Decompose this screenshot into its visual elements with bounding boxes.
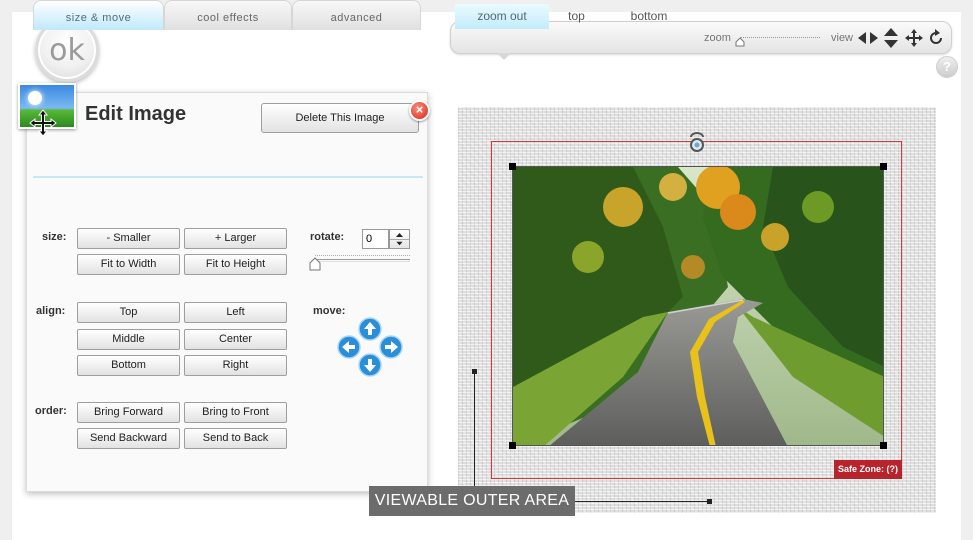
size-label: size: <box>42 231 67 243</box>
tab-divider <box>33 176 423 178</box>
tab-size-move[interactable]: size & move <box>33 0 164 30</box>
move-right-arrow-icon[interactable] <box>379 335 403 359</box>
tab-top[interactable]: top <box>549 4 604 29</box>
rotate-input[interactable]: 0 <box>362 229 389 249</box>
resize-handle-top-left[interactable] <box>509 163 516 170</box>
tab-bottom[interactable]: bottom <box>604 4 694 29</box>
align-right-button[interactable]: Right <box>184 355 287 376</box>
move-icon[interactable] <box>903 27 925 49</box>
rotate-slider-track[interactable] <box>313 259 410 262</box>
fit-width-button[interactable]: Fit to Width <box>77 254 180 275</box>
rotate-slider-ticks <box>315 255 410 258</box>
safe-zone-badge[interactable]: Safe Zone: (?) <box>834 460 902 479</box>
send-backward-button[interactable]: Send Backward <box>77 428 180 449</box>
up-down-arrows-icon[interactable] <box>880 27 902 49</box>
leader-line-vertical <box>474 372 475 499</box>
align-middle-button[interactable]: Middle <box>77 329 180 350</box>
selected-image[interactable] <box>512 166 884 446</box>
leader-dot-right <box>707 499 712 504</box>
align-label: align: <box>36 305 66 317</box>
rotate-glyph <box>930 29 942 44</box>
left-right-arrows-glyph <box>858 32 878 44</box>
order-label: order: <box>35 405 67 417</box>
move-cursor-icon[interactable] <box>28 108 58 138</box>
resize-handle-bottom-left[interactable] <box>509 442 516 449</box>
zoom-slider-thumb[interactable] <box>735 38 745 47</box>
move-label: move: <box>313 305 346 317</box>
close-panel-icon[interactable]: × <box>409 100 430 121</box>
ok-button-label: ok <box>49 33 85 68</box>
panel-title: Edit Image <box>85 103 187 125</box>
bring-to-front-button[interactable]: Bring to Front <box>184 402 287 423</box>
rotate-handle-icon[interactable] <box>687 131 707 155</box>
tab-zoom-out[interactable]: zoom out <box>455 4 549 29</box>
resize-handle-top-right[interactable] <box>880 163 887 170</box>
active-tab-pointer <box>497 53 511 60</box>
tab-cool-effects[interactable]: cool effects <box>164 0 292 30</box>
viewable-outer-area-label: VIEWABLE OUTER AREA <box>369 486 575 516</box>
rotate-icon[interactable] <box>925 27 947 49</box>
stepper-up-icon[interactable] <box>390 230 409 239</box>
up-down-arrows-glyph <box>884 28 898 48</box>
move-down-arrow-icon[interactable] <box>358 353 382 377</box>
help-button[interactable]: ? <box>936 56 958 78</box>
delete-image-button[interactable]: Delete This Image <box>261 103 419 133</box>
larger-button[interactable]: + Larger <box>184 228 287 249</box>
align-center-button[interactable]: Center <box>184 329 287 350</box>
sun-shape <box>28 91 42 105</box>
rotate-stepper[interactable] <box>389 229 410 249</box>
leader-line-horizontal <box>575 501 709 502</box>
bring-forward-button[interactable]: Bring Forward <box>77 402 180 423</box>
align-top-button[interactable]: Top <box>77 302 180 323</box>
left-right-arrows-icon[interactable] <box>857 27 879 49</box>
resize-handle-bottom-right[interactable] <box>880 442 887 449</box>
smaller-button[interactable]: - Smaller <box>77 228 180 249</box>
view-label: view <box>831 32 854 44</box>
align-bottom-button[interactable]: Bottom <box>77 355 180 376</box>
zoom-slider-track[interactable] <box>740 37 820 38</box>
rotate-label: rotate: <box>310 231 345 243</box>
send-to-back-button[interactable]: Send to Back <box>184 428 287 449</box>
tab-advanced[interactable]: advanced <box>292 0 421 30</box>
rotate-slider-thumb[interactable] <box>309 257 321 271</box>
fit-height-button[interactable]: Fit to Height <box>184 254 287 275</box>
move-glyph <box>905 29 923 47</box>
forest-road-photo <box>513 167 883 445</box>
align-left-button[interactable]: Left <box>184 302 287 323</box>
stepper-down-icon[interactable] <box>390 239 409 248</box>
zoom-label: zoom <box>704 32 731 44</box>
